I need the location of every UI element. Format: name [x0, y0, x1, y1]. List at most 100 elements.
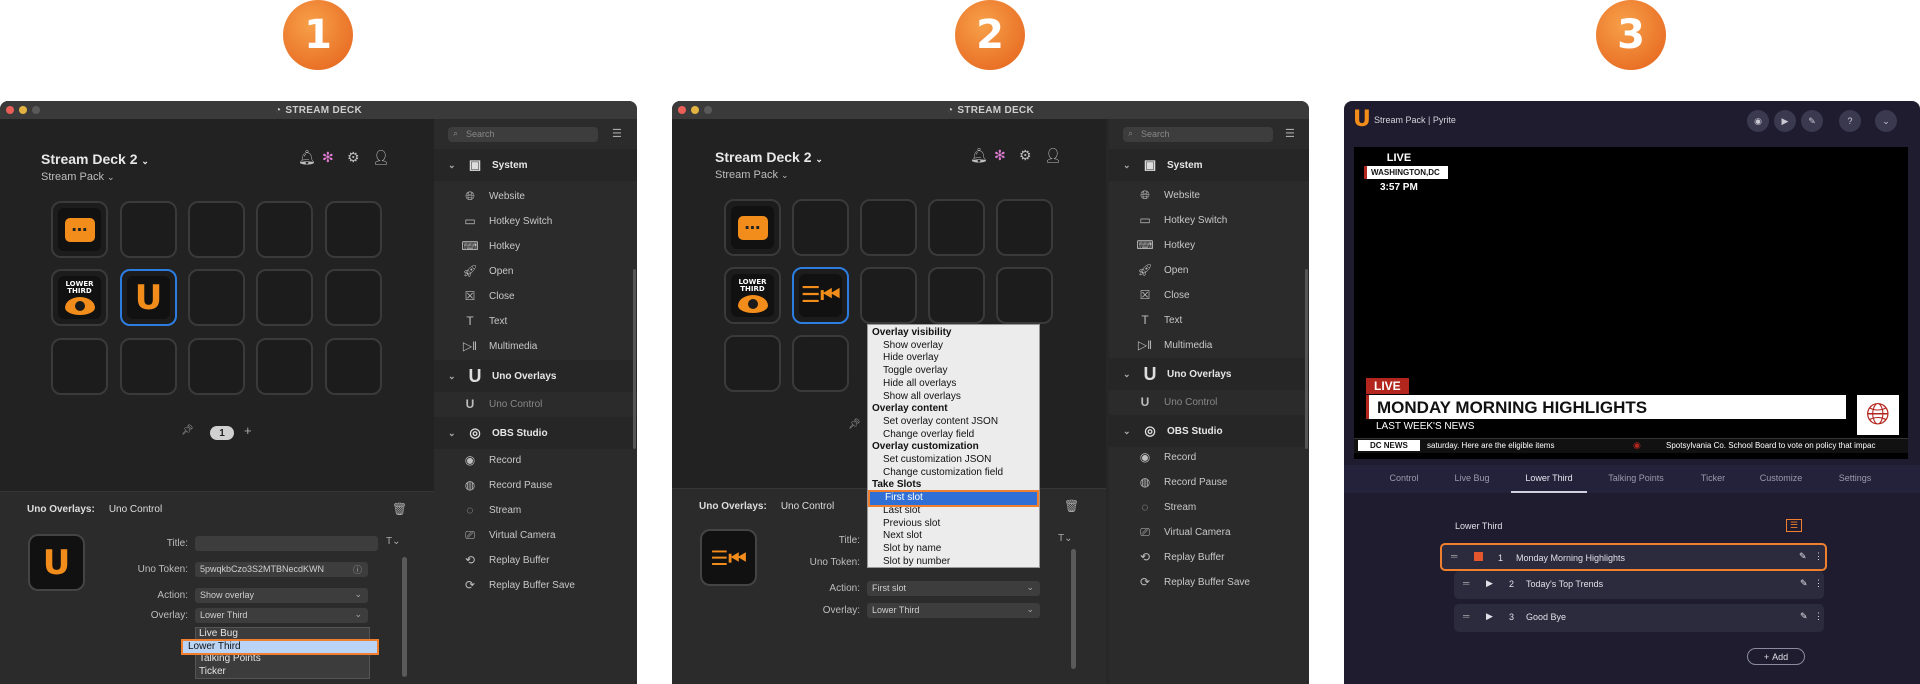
- token-input[interactable]: 5pwqkbCzo3S2MTBNecdKWN ⓘ: [195, 562, 368, 577]
- menu-item[interactable]: Previous slot: [868, 518, 1039, 531]
- drag-handle-icon[interactable]: ═: [1463, 611, 1469, 621]
- key-talking-points[interactable]: ⋯: [724, 199, 781, 256]
- key-empty[interactable]: [51, 338, 108, 395]
- overlay-option[interactable]: Talking Points: [196, 653, 369, 666]
- menu-item[interactable]: Hide overlay: [868, 352, 1039, 365]
- menu-item[interactable]: Next slot: [868, 530, 1039, 543]
- tab-live-bug[interactable]: Live Bug: [1454, 473, 1489, 483]
- zoom-window-dot[interactable]: [704, 106, 712, 114]
- key-empty[interactable]: [996, 199, 1053, 256]
- overlay-select[interactable]: Lower Third ⌄: [195, 608, 368, 623]
- menu-item[interactable]: Show overlay: [868, 340, 1039, 353]
- action-select[interactable]: First slot ⌄: [867, 581, 1040, 596]
- menu-item-selected[interactable]: First slot: [868, 490, 1039, 507]
- tab-talking-points[interactable]: Talking Points: [1608, 473, 1664, 483]
- category-uno-overlays[interactable]: ⌄ U Uno Overlays: [1109, 358, 1309, 390]
- key-lower-third[interactable]: LOWER THIRD: [724, 267, 781, 324]
- profile-selector[interactable]: Stream Pack ⌄: [41, 171, 115, 183]
- chevron-down-icon[interactable]: ⌄: [1875, 110, 1897, 132]
- play-icon[interactable]: ▶: [1486, 611, 1493, 622]
- key-empty[interactable]: [792, 335, 849, 392]
- overlay-option[interactable]: Ticker: [196, 666, 369, 679]
- edit-icon[interactable]: ✎: [1800, 611, 1808, 622]
- sidebar-scrollbar[interactable]: [633, 269, 636, 449]
- trash-icon[interactable]: 🗑︎: [1064, 499, 1079, 513]
- key-empty[interactable]: [928, 199, 985, 256]
- list-view-icon[interactable]: ☰: [612, 127, 622, 140]
- key-empty[interactable]: [256, 269, 313, 326]
- category-system[interactable]: ⌄ ▣ System: [1109, 149, 1309, 181]
- more-icon[interactable]: ⋮: [1814, 578, 1823, 589]
- overlay-row[interactable]: ═ ▶ 3 Good Bye ✎ ⋮: [1454, 604, 1824, 632]
- key-empty[interactable]: [860, 267, 917, 324]
- minimize-window-dot[interactable]: [691, 106, 699, 114]
- key-empty[interactable]: [256, 201, 313, 258]
- inspector-scrollbar[interactable]: [1071, 549, 1076, 669]
- menu-item[interactable]: Set overlay content JSON: [868, 416, 1039, 429]
- overlay-row[interactable]: ═ ▶ 2 Today's Top Trends ✎ ⋮: [1454, 571, 1824, 599]
- title-input[interactable]: [195, 536, 378, 551]
- menu-item[interactable]: Set customization JSON: [868, 454, 1039, 467]
- minimize-window-dot[interactable]: [19, 106, 27, 114]
- key-empty[interactable]: [792, 199, 849, 256]
- wrench-icon[interactable]: ✎: [1801, 110, 1823, 132]
- menu-item[interactable]: Hide all overlays: [868, 378, 1039, 391]
- stop-icon[interactable]: [1474, 552, 1483, 561]
- key-empty[interactable]: [996, 267, 1053, 324]
- user-icon[interactable]: 👤︎: [1044, 147, 1062, 164]
- pin-icon[interactable]: 📌︎: [848, 419, 861, 430]
- zoom-window-dot[interactable]: [32, 106, 40, 114]
- action-multimedia[interactable]: ▷‖ Multimedia: [434, 331, 637, 361]
- text-format-icon[interactable]: T⌄: [386, 536, 401, 547]
- play-icon[interactable]: ▶: [1486, 578, 1493, 589]
- key-empty[interactable]: [928, 267, 985, 324]
- menu-item[interactable]: Toggle overlay: [868, 365, 1039, 378]
- overlay-select[interactable]: Lower Third ⌄: [867, 603, 1040, 618]
- key-empty[interactable]: [325, 201, 382, 258]
- key-empty[interactable]: [188, 201, 245, 258]
- tab-settings[interactable]: Settings: [1839, 473, 1872, 483]
- add-button[interactable]: + Add: [1747, 648, 1805, 665]
- menu-item[interactable]: Change customization field: [868, 467, 1039, 480]
- more-icon[interactable]: ⋮: [1814, 611, 1823, 622]
- bell-icon[interactable]: 🔔︎: [970, 147, 988, 164]
- overlay-row-active[interactable]: ═ 1 Monday Morning Highlights ✎ ⋮: [1440, 543, 1827, 571]
- key-empty[interactable]: [325, 269, 382, 326]
- profile-selector[interactable]: Stream Pack ⌄: [715, 169, 789, 181]
- marketplace-icon[interactable]: ✻: [994, 147, 1006, 164]
- edit-icon[interactable]: ✎: [1800, 578, 1808, 589]
- action-select[interactable]: Show overlay ⌄: [195, 588, 368, 603]
- gear-icon[interactable]: ⚙: [347, 149, 360, 166]
- inspector-scrollbar[interactable]: [402, 557, 407, 677]
- marketplace-icon[interactable]: ✻: [322, 149, 334, 166]
- menu-item[interactable]: Change overlay field: [868, 429, 1039, 442]
- device-selector[interactable]: Stream Deck 2 ⌄: [715, 149, 823, 165]
- close-window-dot[interactable]: [678, 106, 686, 114]
- tab-customize[interactable]: Customize: [1760, 473, 1803, 483]
- key-empty[interactable]: [325, 338, 382, 395]
- search-input[interactable]: ⌕ Search: [448, 127, 598, 142]
- drag-handle-icon[interactable]: ═: [1463, 578, 1469, 588]
- page-indicator[interactable]: 1: [210, 426, 234, 440]
- menu-item[interactable]: Last slot: [868, 505, 1039, 518]
- gear-icon[interactable]: ⚙: [1019, 147, 1032, 164]
- trash-icon[interactable]: 🗑︎: [392, 502, 407, 516]
- user-icon[interactable]: 👤︎: [372, 149, 390, 166]
- key-empty[interactable]: [188, 269, 245, 326]
- list-view-icon[interactable]: ☰: [1285, 127, 1295, 140]
- key-uno-control[interactable]: ☰⏮: [792, 267, 849, 324]
- category-system[interactable]: ⌄ ▣ System: [434, 149, 637, 181]
- close-window-dot[interactable]: [6, 106, 14, 114]
- action-uno-control[interactable]: U Uno Control: [1109, 387, 1309, 417]
- action-uno-control[interactable]: U Uno Control: [434, 389, 637, 419]
- tab-control[interactable]: Control: [1389, 473, 1418, 483]
- text-format-icon[interactable]: T⌄: [1058, 533, 1073, 544]
- menu-item[interactable]: Slot by number: [868, 556, 1039, 569]
- key-empty[interactable]: [120, 201, 177, 258]
- chat-icon[interactable]: ◉: [1747, 110, 1769, 132]
- key-empty[interactable]: [120, 338, 177, 395]
- sidebar-scrollbar[interactable]: [1305, 269, 1308, 449]
- category-uno-overlays[interactable]: ⌄ U Uno Overlays: [434, 360, 637, 392]
- tab-ticker[interactable]: Ticker: [1701, 473, 1725, 483]
- pin-icon[interactable]: 📌︎: [181, 425, 194, 436]
